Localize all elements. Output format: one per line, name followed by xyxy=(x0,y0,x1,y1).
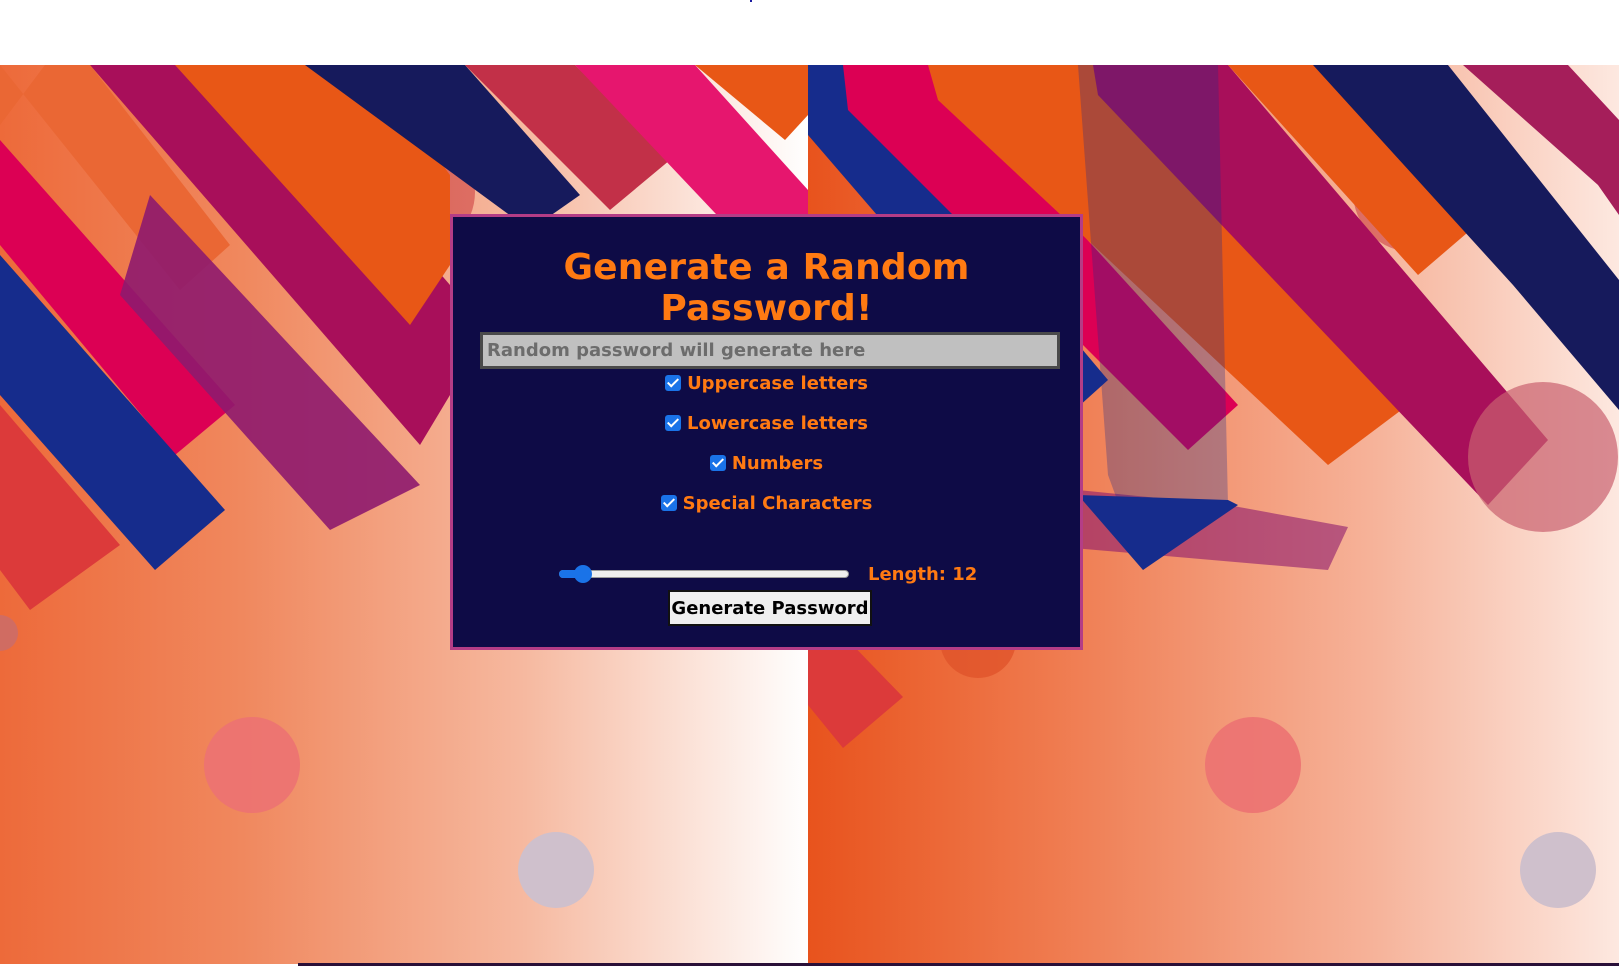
lowercase-checkbox[interactable] xyxy=(665,415,682,431)
uppercase-checkbox[interactable] xyxy=(665,375,682,391)
generate-password-button[interactable]: Generate Password xyxy=(668,590,872,626)
password-generator-panel: Generate a Random Password! Uppercase le… xyxy=(450,214,1083,650)
slider-thumb[interactable] xyxy=(574,565,592,583)
option-uppercase[interactable]: Uppercase letters xyxy=(453,372,1080,396)
length-readout: Length: 12 xyxy=(868,564,977,586)
length-value: 12 xyxy=(952,564,978,585)
special-characters-checkbox[interactable] xyxy=(660,495,677,511)
numbers-label: Numbers xyxy=(731,453,824,474)
option-special-characters[interactable]: Special Characters xyxy=(453,492,1080,516)
option-numbers[interactable]: Numbers xyxy=(453,452,1080,476)
option-lowercase[interactable]: Lowercase letters xyxy=(453,412,1080,436)
top-bar xyxy=(0,0,1619,65)
length-label-text: Length: xyxy=(868,564,946,585)
numbers-checkbox[interactable] xyxy=(709,455,726,471)
top-dot xyxy=(750,0,752,2)
page-title: Generate a Random Password! xyxy=(563,247,970,329)
special-characters-label: Special Characters xyxy=(682,493,873,514)
uppercase-label: Uppercase letters xyxy=(687,373,868,394)
password-output-field[interactable] xyxy=(480,332,1060,369)
lowercase-label: Lowercase letters xyxy=(687,413,868,434)
length-slider[interactable] xyxy=(559,565,849,583)
slider-track xyxy=(559,570,849,578)
